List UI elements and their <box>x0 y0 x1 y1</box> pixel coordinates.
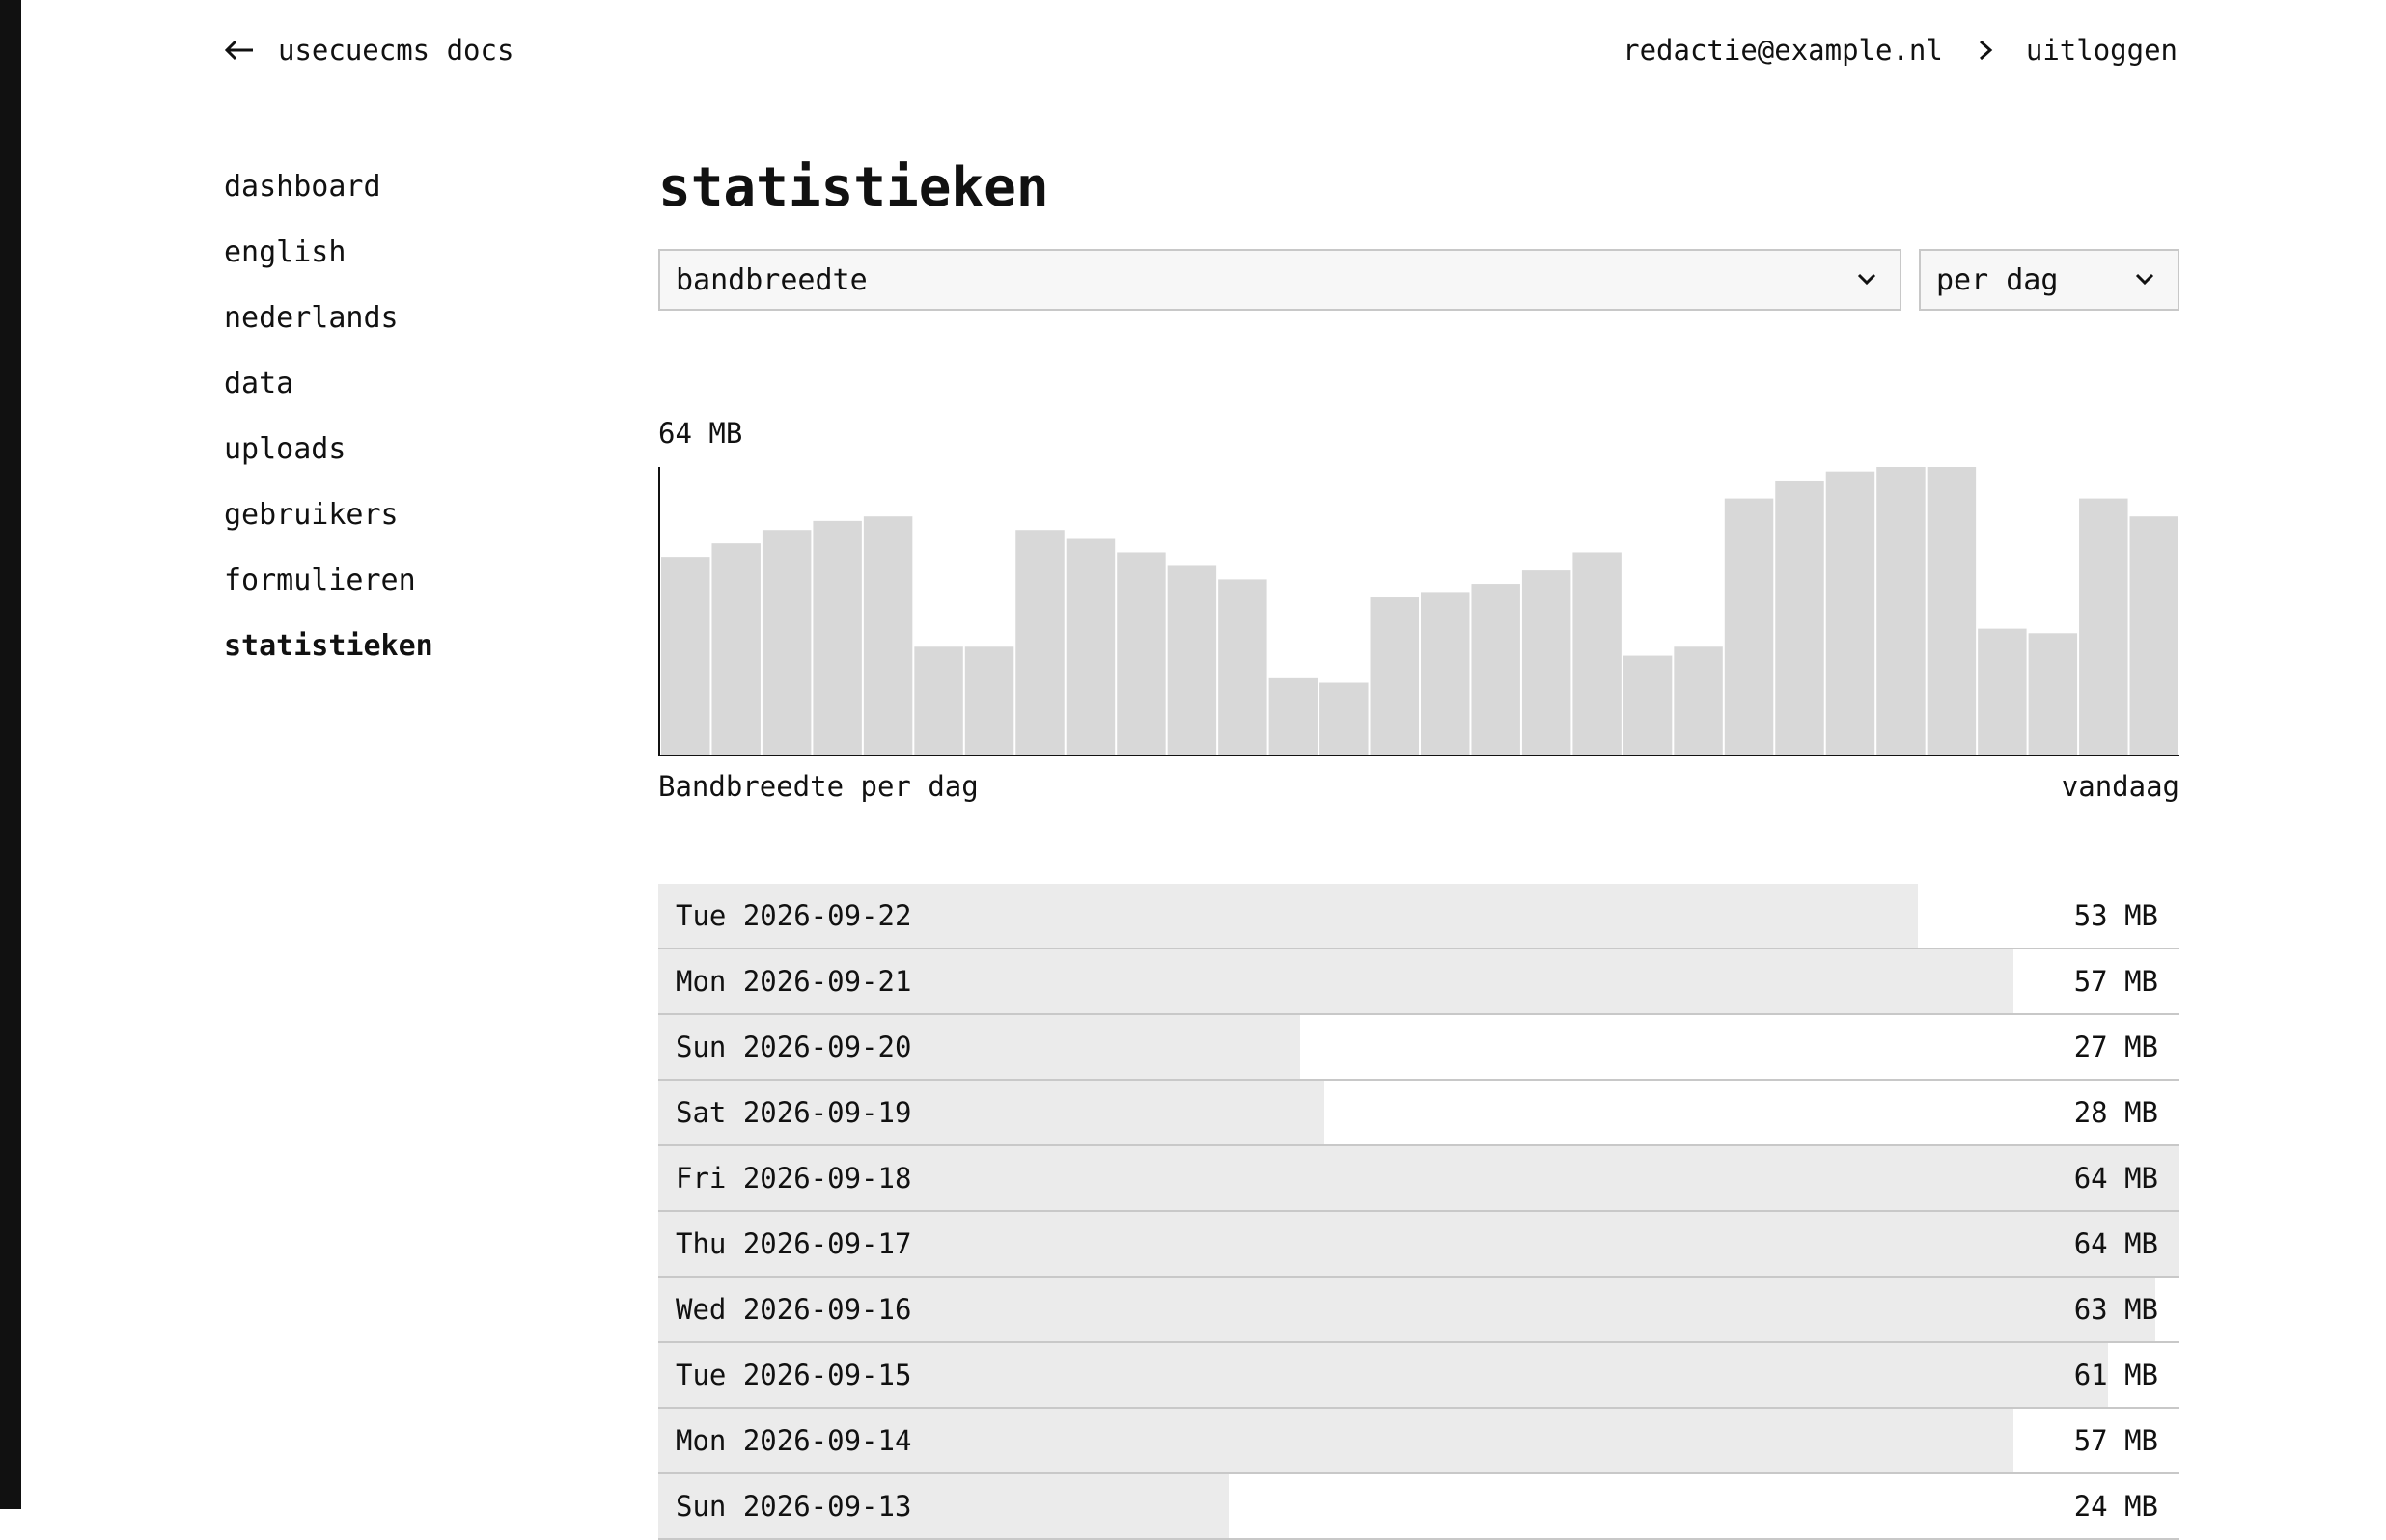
back-link[interactable]: usecuecms docs <box>224 31 513 69</box>
sidebar-item-nederlands[interactable]: nederlands <box>224 295 610 361</box>
chart-bar <box>1268 677 1318 755</box>
table-row: Fri 2026-09-18 64 MB <box>658 1146 2179 1212</box>
chart-max-label: 64 MB <box>658 417 743 450</box>
chart-bar <box>1471 584 1520 755</box>
chart-bar <box>1825 471 1875 755</box>
chart-bar <box>1015 530 1065 755</box>
row-value: 28 MB <box>2073 1096 2158 1129</box>
row-date: Sun 2026-09-20 <box>676 1031 912 1063</box>
table-row: Mon 2026-09-21 57 MB <box>658 949 2179 1015</box>
chart-bar <box>813 520 862 756</box>
table-row: Sat 2026-09-19 28 MB <box>658 1081 2179 1146</box>
chart-bar <box>1674 646 1723 755</box>
chart-bar <box>1724 498 1774 755</box>
main-content: statistieken bandbreedte per dag 64 MB B… <box>658 145 2179 1540</box>
period-select[interactable]: per dag <box>1919 249 2179 311</box>
chart-bar <box>1623 655 1673 755</box>
row-date: Wed 2026-09-16 <box>676 1293 912 1326</box>
window-edge <box>0 0 21 1509</box>
row-value: 24 MB <box>2073 1490 2158 1523</box>
row-value: 63 MB <box>2073 1293 2158 1326</box>
row-date: Mon 2026-09-14 <box>676 1424 912 1457</box>
row-date: Fri 2026-09-18 <box>676 1162 912 1195</box>
chart-bar <box>711 543 761 755</box>
row-value: 64 MB <box>2073 1162 2158 1195</box>
sidebar-item-uploads[interactable]: uploads <box>224 426 610 492</box>
metric-select-value: bandbreedte <box>676 262 868 297</box>
chart-bar <box>1775 480 1824 755</box>
row-date: Tue 2026-09-22 <box>676 899 912 932</box>
logout-link[interactable]: uitloggen <box>2026 34 2178 67</box>
chart-bar <box>964 646 1014 755</box>
chart-bar <box>1521 570 1571 755</box>
row-value: 64 MB <box>2073 1227 2158 1260</box>
chart-caption: Bandbreedte per dag <box>658 770 979 803</box>
chart-bar <box>863 516 913 755</box>
chart-bar <box>1876 467 1926 755</box>
sidebar-item-english[interactable]: english <box>224 230 610 295</box>
bandwidth-bar-chart <box>658 467 2179 756</box>
back-link-label: usecuecms docs <box>278 34 514 67</box>
table-row: Sun 2026-09-20 27 MB <box>658 1015 2179 1081</box>
chart-bar <box>1167 565 1217 755</box>
row-date: Tue 2026-09-15 <box>676 1359 912 1391</box>
table-row: Sun 2026-09-13 24 MB <box>658 1474 2179 1540</box>
stats-table: Tue 2026-09-22 53 MB Mon 2026-09-21 57 MB Su… <box>658 884 2179 1540</box>
row-date: Mon 2026-09-21 <box>676 965 912 998</box>
chart-bar <box>661 557 710 756</box>
chevron-down-icon <box>1857 273 1876 286</box>
table-row: Mon 2026-09-14 57 MB <box>658 1409 2179 1474</box>
chart-bar <box>1572 552 1622 755</box>
arrow-left-icon <box>224 40 253 61</box>
sidebar: dashboard english nederlands data upload… <box>224 164 610 689</box>
user-menu: redactie@example.nl uitloggen <box>1623 31 2178 69</box>
period-select-value: per dag <box>1936 262 2059 297</box>
user-email[interactable]: redactie@example.nl <box>1623 34 1943 67</box>
chart-bar <box>2079 498 2128 755</box>
chart-bar <box>1978 628 2027 756</box>
table-row: Wed 2026-09-16 63 MB <box>658 1278 2179 1343</box>
chart-bar <box>1927 467 1977 755</box>
metric-select[interactable]: bandbreedte <box>658 249 1901 311</box>
sidebar-item-statistieken[interactable]: statistieken <box>224 623 610 689</box>
row-value: 57 MB <box>2073 1424 2158 1457</box>
table-row: Thu 2026-09-17 64 MB <box>658 1212 2179 1278</box>
row-value: 61 MB <box>2073 1359 2158 1391</box>
sidebar-item-dashboard[interactable]: dashboard <box>224 164 610 230</box>
chart-bar <box>762 530 812 755</box>
chart-bar <box>914 646 963 755</box>
chart-footer: Bandbreedte per dag vandaag <box>658 770 2179 809</box>
filter-controls: bandbreedte per dag <box>658 249 2179 311</box>
chart-bar <box>2028 633 2078 755</box>
chart-today-label: vandaag <box>2061 770 2179 803</box>
chart-bar <box>1117 552 1166 755</box>
row-value: 53 MB <box>2073 899 2158 932</box>
chart-bar <box>1370 597 1419 755</box>
row-date: Sun 2026-09-13 <box>676 1490 912 1523</box>
row-value: 27 MB <box>2073 1031 2158 1063</box>
row-value: 57 MB <box>2073 965 2158 998</box>
chart-bar <box>1421 592 1470 756</box>
chevron-right-icon <box>1979 40 1993 61</box>
sidebar-item-gebruikers[interactable]: gebruikers <box>224 492 610 558</box>
sidebar-item-data[interactable]: data <box>224 361 610 426</box>
chart-bar <box>1319 682 1369 755</box>
chart-bar <box>1066 538 1116 755</box>
row-date: Sat 2026-09-19 <box>676 1096 912 1129</box>
header: usecuecms docs redactie@example.nl uitlo… <box>0 0 2386 96</box>
chevron-down-icon <box>2135 273 2154 286</box>
page-title: statistieken <box>658 156 1049 219</box>
chart-bar <box>2129 516 2178 755</box>
table-row: Tue 2026-09-15 61 MB <box>658 1343 2179 1409</box>
sidebar-item-formulieren[interactable]: formulieren <box>224 558 610 623</box>
chart-bar <box>1218 579 1267 755</box>
row-date: Thu 2026-09-17 <box>676 1227 912 1260</box>
table-row: Tue 2026-09-22 53 MB <box>658 884 2179 949</box>
